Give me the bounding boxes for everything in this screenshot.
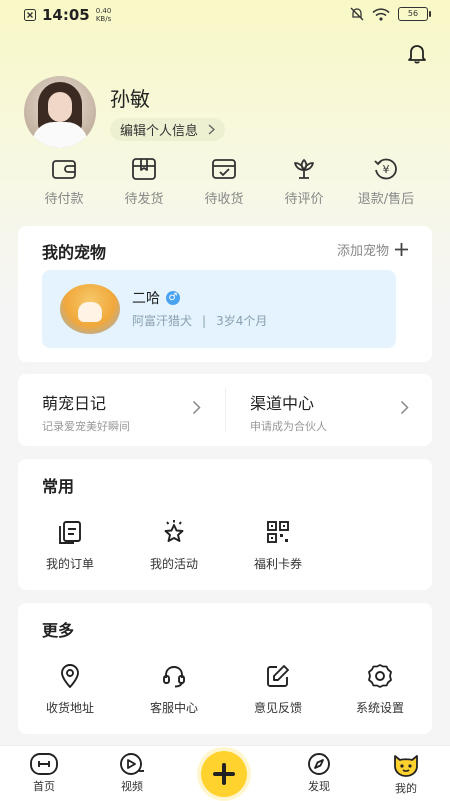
bell-icon[interactable] (406, 42, 428, 64)
customer-service-button[interactable]: 客服中心 (134, 663, 214, 716)
channel-center-entry[interactable]: 渠道中心 申请成为合伙人 (250, 390, 327, 434)
close-box-icon (24, 9, 36, 21)
delivery-icon (212, 159, 236, 179)
qr-coupon-icon (267, 521, 289, 543)
pet-name: 二哈 (132, 291, 160, 307)
chevron-right-icon (192, 400, 201, 415)
more-card: 更多 收货地址 客服中心 意见反馈 系统设置 (18, 603, 432, 734)
clock: 14:05 (42, 6, 90, 24)
order-pending-payment[interactable]: 待付款 (24, 156, 104, 207)
location-icon (61, 664, 79, 688)
pet-card[interactable]: 二哈 ♂ 阿富汗猎犬 | 3岁4个月 (42, 270, 396, 348)
my-pets-card: 我的宠物 添加宠物 二哈 ♂ 阿富汗猎犬 | 3岁4个月 (18, 226, 432, 362)
system-settings-button[interactable]: 系统设置 (340, 663, 420, 716)
feedback-button[interactable]: 意见反馈 (238, 663, 318, 716)
order-pending-shipment[interactable]: 待发货 (104, 156, 184, 207)
add-pet-button[interactable]: 添加宠物 (337, 240, 408, 259)
my-orders-button[interactable]: 我的订单 (30, 519, 110, 572)
mine-face-icon (394, 755, 418, 777)
chevron-right-icon (208, 124, 216, 135)
video-icon (120, 753, 144, 775)
flower-icon (294, 159, 314, 179)
my-pets-title: 我的宠物 (42, 243, 107, 262)
headset-icon (163, 666, 185, 688)
package-icon (132, 158, 156, 180)
more-title: 更多 (42, 621, 75, 640)
star-activity-icon (164, 520, 184, 542)
wifi-icon (372, 7, 390, 21)
male-gender-icon: ♂ (166, 291, 180, 305)
home-icon (30, 753, 58, 775)
shipping-address-button[interactable]: 收货地址 (30, 663, 110, 716)
gear-icon (368, 664, 392, 688)
common-card: 常用 我的订单 我的活动 福利卡券 (18, 459, 432, 590)
user-name: 孙敏 (110, 87, 150, 111)
pet-breed: 阿富汗猎犬 (132, 314, 193, 328)
create-post-button[interactable] (201, 751, 247, 797)
pet-avatar (60, 284, 120, 334)
order-refund-aftersale[interactable]: ¥ 退款/售后 (346, 156, 426, 207)
tab-home[interactable]: 首页 (14, 752, 74, 794)
avatar[interactable] (24, 76, 96, 148)
network-speed: 0.40 KB/s (95, 7, 112, 23)
edit-profile-label: 编辑个人信息 (120, 124, 199, 139)
battery-indicator: 56 (398, 7, 431, 21)
tab-video[interactable]: 视频 (102, 752, 162, 794)
mute-icon (350, 7, 364, 21)
edit-icon (267, 665, 289, 687)
my-activities-button[interactable]: 我的活动 (134, 519, 214, 572)
plus-icon (395, 243, 408, 256)
order-list-icon (59, 521, 81, 544)
edit-profile-button[interactable]: 编辑个人信息 (110, 118, 226, 141)
pet-diary-entry[interactable]: 萌宠日记 记录爱宠美好瞬间 (42, 390, 130, 434)
status-bar: 14:05 0.40 KB/s 56 (0, 0, 450, 30)
order-status-row: 待付款 待发货 待收货 待评价 ¥ 退款/售后 (0, 156, 450, 216)
profile-header: 孙敏 编辑个人信息 (24, 76, 226, 148)
services-card: 萌宠日记 记录爱宠美好瞬间 渠道中心 申请成为合伙人 (18, 374, 432, 446)
refund-icon: ¥ (374, 158, 397, 180)
divider (225, 388, 226, 432)
tab-discover[interactable]: 发现 (289, 752, 349, 794)
chevron-right-icon (400, 400, 409, 415)
svg-text:¥: ¥ (383, 163, 390, 176)
order-pending-receipt[interactable]: 待收货 (184, 156, 264, 207)
order-pending-review[interactable]: 待评价 (264, 156, 344, 207)
pet-age: 3岁4个月 (216, 314, 268, 328)
common-title: 常用 (42, 477, 75, 496)
tab-mine[interactable]: 我的 (376, 752, 436, 796)
wallet-icon (52, 160, 76, 179)
compass-icon (308, 753, 330, 775)
coupons-button[interactable]: 福利卡券 (238, 519, 318, 572)
pet-meta-separator: | (202, 314, 207, 328)
